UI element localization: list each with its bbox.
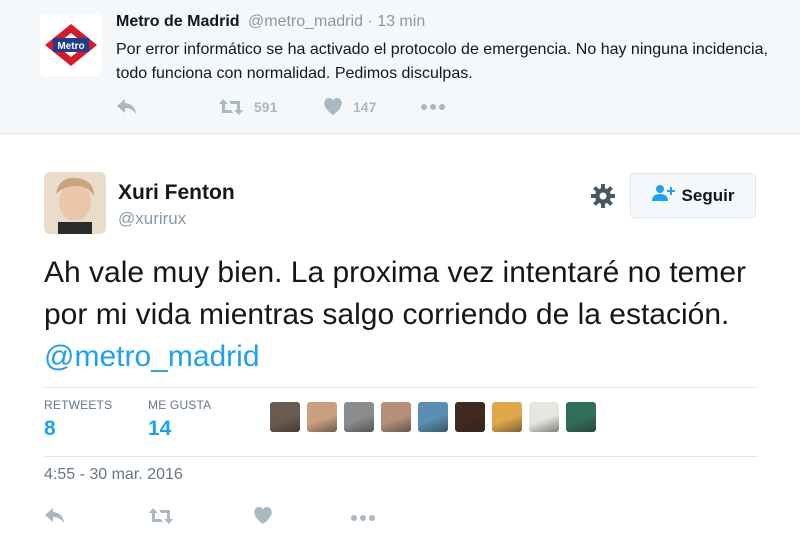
reply-icon <box>116 98 138 116</box>
retweet-icon <box>148 507 174 530</box>
retweets-value: 8 <box>44 417 56 440</box>
more-button[interactable] <box>420 92 446 122</box>
heart-icon <box>323 98 343 116</box>
liker-avatar[interactable] <box>492 402 522 432</box>
metro-logo-avatar[interactable]: Metro <box>40 14 102 76</box>
add-user-icon <box>651 184 676 207</box>
parent-timestamp[interactable]: 13 min <box>377 13 425 30</box>
gear-icon <box>590 184 616 213</box>
retweet-button[interactable] <box>148 504 174 532</box>
reply-button[interactable] <box>44 504 66 532</box>
tweet-text-body: Ah vale muy bien. La proxima vez intenta… <box>44 256 747 331</box>
author-handle[interactable]: @xurirux <box>118 209 186 229</box>
retweet-count: 591 <box>254 99 278 115</box>
parent-author-handle[interactable]: @metro_madrid <box>248 13 363 30</box>
mention-link[interactable]: @metro_madrid <box>44 340 260 373</box>
more-dots-icon <box>420 103 446 111</box>
parent-author-name[interactable]: Metro de Madrid <box>116 13 240 30</box>
tweet-date[interactable]: 4:55 - 30 mar. 2016 <box>44 466 183 484</box>
parent-tweet-text: Por error informático se ha activado el … <box>116 41 768 82</box>
likes-label: ME GUSTA <box>148 398 212 412</box>
more-dots-icon <box>350 509 376 527</box>
retweets-label: RETWEETS <box>44 398 113 412</box>
author-name[interactable]: Xuri Fenton <box>118 181 235 205</box>
liker-avatar[interactable] <box>270 402 300 432</box>
reply-icon <box>44 507 66 530</box>
liker-avatar[interactable] <box>418 402 448 432</box>
more-button[interactable] <box>350 504 376 532</box>
metro-logo-text: Metro <box>57 41 84 52</box>
parent-tweet[interactable]: Metro Metro de Madrid @metro_madrid · 13… <box>0 0 800 134</box>
header-separator: · <box>362 13 378 30</box>
likes-stat[interactable]: ME GUSTA 14 <box>148 398 211 441</box>
retweets-stat[interactable]: RETWEETS 8 <box>44 398 112 441</box>
liker-avatar[interactable] <box>455 402 485 432</box>
retweet-button[interactable]: 591 <box>218 92 277 122</box>
liker-avatar[interactable] <box>344 402 374 432</box>
like-button[interactable] <box>253 504 273 532</box>
follow-button[interactable]: Seguir <box>630 173 756 218</box>
retweet-icon <box>218 98 244 116</box>
author-avatar[interactable] <box>44 172 106 234</box>
settings-button[interactable] <box>590 183 616 209</box>
tweet-stats: RETWEETS 8 ME GUSTA 14 <box>44 387 758 457</box>
like-button[interactable]: 147 <box>323 92 376 122</box>
parent-tweet-header: Metro de Madrid @metro_madrid · 13 min <box>116 13 425 31</box>
parent-tweet-actions: 591 147 <box>116 92 476 122</box>
reply-button[interactable] <box>116 92 138 122</box>
likes-value: 14 <box>148 417 172 440</box>
liker-avatar[interactable] <box>381 402 411 432</box>
follow-button-label: Seguir <box>681 185 735 205</box>
liker-avatar[interactable] <box>566 402 596 432</box>
heart-icon <box>253 506 273 530</box>
tweet-text: Ah vale muy bien. La proxima vez intenta… <box>44 252 764 378</box>
liker-avatar[interactable] <box>529 402 559 432</box>
liker-avatars <box>270 402 603 432</box>
tweet-actions <box>44 504 404 532</box>
liker-avatar[interactable] <box>307 402 337 432</box>
like-count: 147 <box>353 99 377 115</box>
